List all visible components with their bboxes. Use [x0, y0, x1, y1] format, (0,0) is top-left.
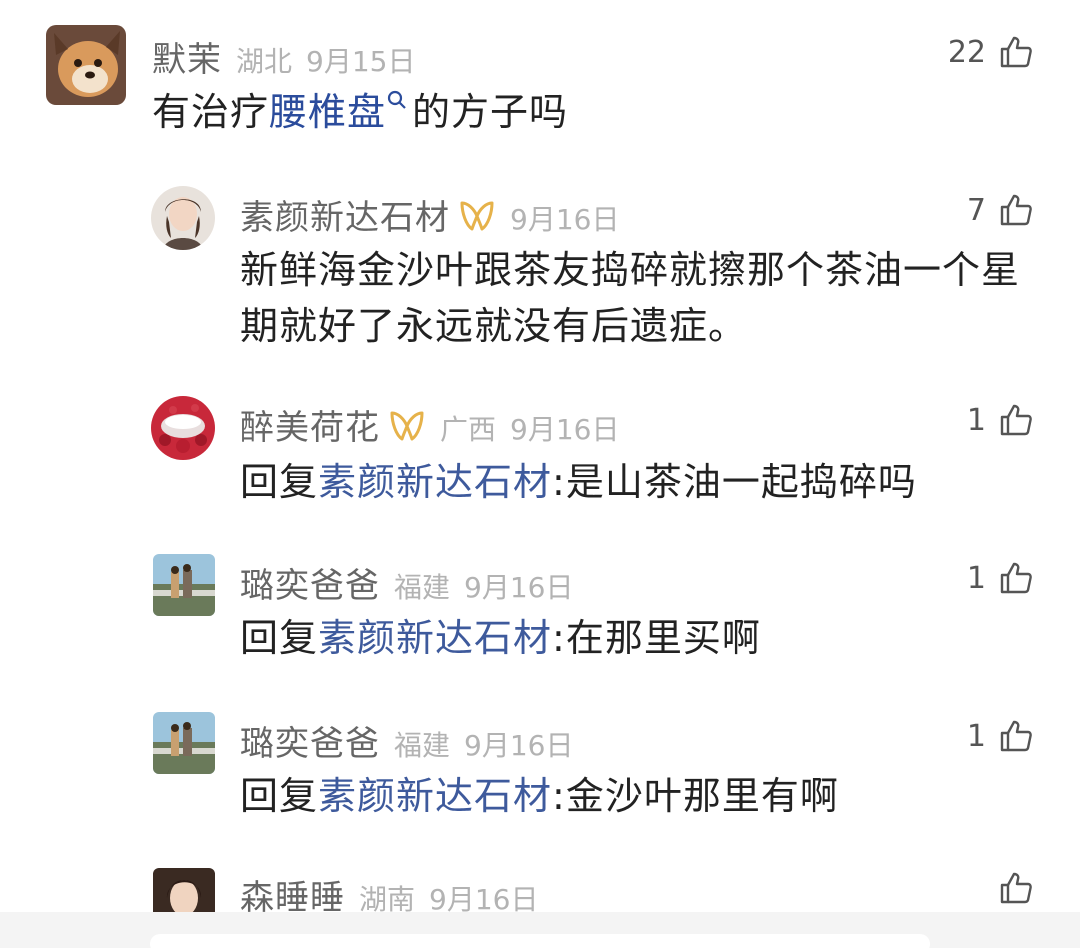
- reply-to-user[interactable]: 素颜新达石材: [318, 616, 552, 660]
- reply-prefix: 回复: [240, 616, 319, 660]
- username[interactable]: 素颜新达石材: [240, 190, 450, 239]
- comment-line: 期就好了永远就没有后遗症。: [240, 304, 748, 348]
- username[interactable]: 默茉: [152, 32, 222, 81]
- reply-prefix: 回复: [240, 460, 319, 504]
- reply-item: 璐奕爸爸 福建 9月16日 1 回复素颜新达石材:在那里买啊: [0, 546, 1080, 686]
- like-count: 1: [966, 560, 986, 596]
- comment-line: 新鲜海金沙叶跟茶友捣碎就擦那个茶油一个星: [240, 248, 1021, 292]
- like-button[interactable]: 1: [967, 402, 1034, 438]
- comment-meta: 璐奕爸爸 福建 9月16日: [240, 716, 573, 765]
- comment-meta: 默茉 湖北 9月15日: [152, 32, 415, 81]
- thumbs-up-icon[interactable]: [998, 560, 1034, 596]
- like-count: 1: [966, 718, 986, 754]
- thumbs-up-icon[interactable]: [998, 718, 1034, 754]
- avatar[interactable]: [153, 554, 215, 616]
- search-link[interactable]: 腰椎盘: [269, 90, 386, 134]
- like-button[interactable]: 1: [967, 560, 1034, 596]
- avatar[interactable]: [151, 186, 215, 250]
- avatar[interactable]: [151, 396, 215, 460]
- username[interactable]: 醉美荷花: [240, 400, 380, 449]
- thumbs-up-icon[interactable]: [998, 192, 1034, 228]
- date: 9月16日: [510, 413, 620, 446]
- date: 9月16日: [510, 203, 620, 236]
- like-count: 22: [947, 34, 986, 70]
- like-count: 1: [966, 402, 986, 438]
- avatar[interactable]: [153, 712, 215, 774]
- avatar[interactable]: [46, 25, 126, 105]
- reply-item: 璐奕爸爸 福建 9月16日 1 回复素颜新达石材:金沙叶那里有啊: [0, 704, 1080, 844]
- comment-text: 有治疗腰椎盘 的方子吗: [152, 84, 568, 140]
- reply-item: 素颜新达石材 9月16日 7 新鲜海金沙叶跟茶友捣碎就擦那个茶油一个星 期就好了…: [0, 170, 1080, 370]
- reply-to-user[interactable]: 素颜新达石材: [318, 774, 552, 818]
- location: 福建: [394, 729, 451, 762]
- like-button[interactable]: 1: [967, 718, 1034, 754]
- thumbs-up-icon[interactable]: [998, 34, 1034, 70]
- avatar[interactable]: [153, 868, 215, 918]
- bottom-input-bar: [0, 912, 1080, 948]
- like-button[interactable]: 7: [967, 192, 1034, 228]
- comment-text: 回复素颜新达石材:金沙叶那里有啊: [240, 774, 839, 818]
- comment-item: 默茉 湖北 9月15日 22 有治疗腰椎盘 的方子吗: [0, 0, 1080, 160]
- comment-meta: 醉美荷花 广西 9月16日: [240, 400, 619, 449]
- like-count: 7: [966, 192, 986, 228]
- like-button[interactable]: 22: [948, 34, 1034, 70]
- date: 9月16日: [464, 729, 574, 762]
- location: 福建: [394, 571, 451, 604]
- date: 9月16日: [464, 571, 574, 604]
- like-button[interactable]: [998, 870, 1034, 906]
- reply-item: 醉美荷花 广西 9月16日 1 回复素颜新达石材:是山茶油一起捣碎吗: [0, 388, 1080, 528]
- comment-text: 回复素颜新达石材:在那里买啊: [240, 616, 761, 660]
- username[interactable]: 璐奕爸爸: [240, 716, 380, 765]
- comment-text: 新鲜海金沙叶跟茶友捣碎就擦那个茶油一个星 期就好了永远就没有后遗症。: [240, 242, 1020, 354]
- comment-meta: 素颜新达石材 9月16日: [240, 190, 619, 239]
- thumbs-up-icon[interactable]: [998, 870, 1034, 906]
- gold-ribbon-badge-icon: [458, 199, 496, 233]
- comment-meta: 璐奕爸爸 福建 9月16日: [240, 558, 573, 607]
- comment-text: 回复素颜新达石材:是山茶油一起捣碎吗: [240, 460, 917, 504]
- location: 湖北: [236, 45, 293, 78]
- search-icon[interactable]: [386, 70, 408, 109]
- thumbs-up-icon[interactable]: [998, 402, 1034, 438]
- reply-to-user[interactable]: 素颜新达石材: [318, 460, 552, 504]
- gold-ribbon-badge-icon: [388, 409, 426, 443]
- reply-prefix: 回复: [240, 774, 319, 818]
- username[interactable]: 璐奕爸爸: [240, 558, 380, 607]
- comment-input[interactable]: [150, 934, 930, 948]
- location: 广西: [440, 413, 497, 446]
- comment-thread: 默茉 湖北 9月15日 22 有治疗腰椎盘 的方子吗 素颜新达石材 9月16日 …: [0, 0, 1080, 948]
